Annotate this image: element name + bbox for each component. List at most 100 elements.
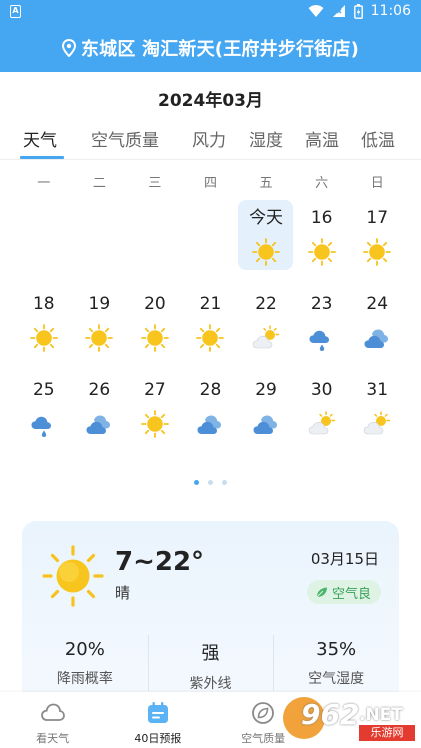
tab-air-quality[interactable]: 空气质量 (91, 126, 159, 151)
tab-weather[interactable]: 天气 (23, 126, 57, 151)
watermark-brand: 962 (301, 698, 360, 731)
tab-low-temp[interactable]: 低温 (361, 126, 395, 151)
partly-cloudy-icon (251, 323, 281, 353)
calendar-day[interactable]: 19 (72, 285, 128, 371)
day-number: 29 (255, 380, 277, 400)
weekday-label: 四 (203, 176, 217, 191)
weekday-label: 三 (148, 176, 162, 191)
aqi-badge: 空气良 (306, 580, 381, 604)
tab-high-temp[interactable]: 高温 (305, 126, 339, 151)
wifi-icon (308, 5, 324, 17)
leaf-circle-icon (252, 702, 275, 724)
nav-label: 40日预报 (134, 732, 182, 745)
calendar-day[interactable]: 31 (349, 371, 405, 457)
calendar-day[interactable]: 25 (16, 371, 72, 457)
calendar-day[interactable]: 30 (294, 371, 350, 457)
nav-40-day-forecast[interactable]: 40日预报 (105, 692, 210, 748)
stat-value: 强 (201, 643, 220, 664)
calendar-day-today[interactable]: 今天 (238, 199, 294, 285)
site-watermark: 962 .NET 乐游网 (283, 695, 419, 745)
page-dot (208, 480, 213, 485)
watermark-suffix: .NET (359, 705, 403, 725)
calendar-day[interactable]: 22 (238, 285, 294, 371)
sunny-icon (140, 409, 170, 439)
sunny-icon (307, 237, 337, 267)
signal-icon (332, 5, 345, 17)
calendar-icon (147, 702, 168, 723)
day-number: 22 (255, 294, 277, 314)
day-number: 20 (144, 294, 166, 314)
calendar-empty (16, 199, 72, 285)
day-number: 26 (88, 380, 111, 400)
cloudy-icon (362, 323, 392, 353)
temperature-range: 7~22° (115, 547, 205, 577)
calendar-day[interactable]: 20 (127, 285, 183, 371)
calendar-day[interactable]: 21 (183, 285, 239, 371)
divider (0, 159, 421, 160)
calendar-day[interactable]: 28 (183, 371, 239, 457)
day-number: 25 (32, 380, 55, 400)
calendar-day[interactable]: 17 (349, 199, 405, 285)
status-bar: A 11:06 (0, 0, 421, 24)
rain-icon (307, 323, 337, 353)
cloud-outline-icon (40, 703, 65, 721)
stat-humidity: 35% 空气湿度 (273, 631, 399, 693)
weekday-label: 日 (370, 176, 384, 191)
location-pin-icon (61, 39, 76, 57)
tab-wind[interactable]: 风力 (192, 126, 226, 151)
day-number: 30 (310, 380, 333, 400)
day-number: 27 (144, 380, 166, 400)
cloudy-icon (251, 409, 281, 439)
page-dot (194, 480, 199, 485)
calendar-day[interactable]: 29 (238, 371, 294, 457)
selected-date: 03月15日 (310, 550, 379, 568)
calendar-day[interactable]: 27 (127, 371, 183, 457)
cloudy-icon (195, 409, 225, 439)
tab-humidity[interactable]: 湿度 (249, 126, 283, 151)
sunny-icon (42, 545, 104, 607)
weekday-header: 一 二 三 四 五 六 日 (16, 172, 405, 192)
sunny-icon (251, 237, 281, 267)
weekday-label: 一 (37, 176, 51, 191)
day-number: 24 (366, 294, 389, 314)
calendar-day[interactable]: 18 (16, 285, 72, 371)
page-dot (222, 480, 227, 485)
weather-stats: 20% 降雨概率 强 紫外线 35% 空气湿度 (22, 631, 399, 693)
nav-see-weather[interactable]: 看天气 (0, 692, 105, 748)
weekday-label: 二 (92, 176, 106, 191)
stat-value: 35% (316, 639, 357, 660)
page-indicator (0, 480, 421, 485)
clock: 11:06 (370, 3, 411, 19)
calendar-day[interactable]: 23 (294, 285, 350, 371)
calendar-day[interactable]: 26 (72, 371, 128, 457)
stat-rain-probability: 20% 降雨概率 (22, 631, 148, 693)
partly-cloudy-icon (307, 409, 337, 439)
weather-condition: 晴 (115, 584, 131, 602)
sunny-icon (140, 323, 170, 353)
metric-tabs: 天气 空气质量 风力 湿度 高温 低温 (18, 126, 403, 160)
day-number: 31 (366, 380, 389, 400)
app-badge-icon: A (10, 5, 21, 18)
stat-value: 20% (64, 639, 105, 660)
weekday-label: 六 (315, 176, 329, 191)
nav-label: 空气质量 (241, 732, 286, 745)
sunny-icon (84, 323, 114, 353)
calendar-day[interactable]: 16 (294, 199, 350, 285)
sunny-icon (195, 323, 225, 353)
calendar-day[interactable]: 24 (349, 285, 405, 371)
location-header[interactable]: 东城区 淘汇新天(王府井步行街店) (0, 24, 421, 72)
day-number: 18 (32, 294, 55, 314)
today-summary-card[interactable]: 7~22° 晴 03月15日 空气良 20% 降雨概率 强 紫外线 35% 空气… (22, 521, 399, 721)
sunny-icon (362, 237, 392, 267)
stat-label: 降雨概率 (56, 671, 113, 687)
nav-label: 看天气 (36, 732, 70, 745)
partly-cloudy-icon (362, 409, 392, 439)
cloudy-icon (84, 409, 114, 439)
day-number: 16 (310, 208, 333, 228)
watermark-sub: 乐游网 (359, 725, 415, 741)
day-number: 17 (366, 208, 389, 228)
day-number: 28 (199, 380, 222, 400)
day-number: 23 (310, 294, 333, 314)
calendar-grid: 今天 16 17 18 19 20 21 22 23 24 25 26 27 28 29 30 31 (16, 199, 405, 457)
aqi-label: 空气良 (331, 586, 371, 602)
